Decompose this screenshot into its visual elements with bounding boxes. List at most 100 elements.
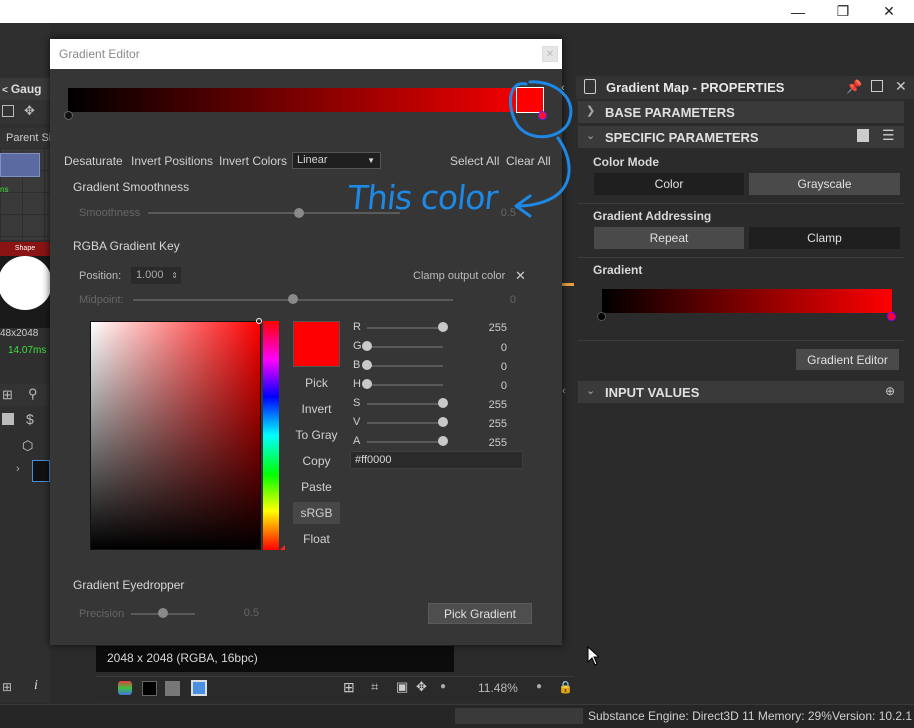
channel-b-track[interactable]: [367, 365, 443, 367]
fit-icon[interactable]: ▣: [396, 679, 408, 695]
invert-button[interactable]: Invert: [293, 398, 340, 420]
spinner-icon[interactable]: ⇕: [171, 267, 178, 284]
lock-icon[interactable]: 🔒: [558, 680, 573, 694]
save-icon[interactable]: [2, 413, 14, 425]
float-button[interactable]: Float: [293, 528, 340, 550]
to-gray-button[interactable]: To Gray: [293, 424, 340, 446]
channel-v-value[interactable]: 255: [477, 418, 507, 430]
chevron-down-icon[interactable]: ⌄: [586, 384, 595, 397]
midpoint-value[interactable]: 0: [486, 294, 516, 306]
paste-button[interactable]: Paste: [293, 476, 340, 498]
layers-icon[interactable]: [118, 681, 132, 695]
pin-icon[interactable]: 📌: [846, 79, 862, 95]
hue-strip[interactable]: [263, 321, 279, 550]
graph-panel-header[interactable]: < Gaug: [0, 78, 50, 100]
hue-marker[interactable]: [280, 545, 285, 550]
frame-icon[interactable]: [2, 105, 14, 117]
desaturate-button[interactable]: Desaturate: [64, 154, 123, 168]
channel-g-handle[interactable]: [362, 341, 372, 351]
channel-h-value[interactable]: 0: [477, 380, 507, 392]
pan-icon[interactable]: ✥: [416, 679, 427, 695]
chevron-right-icon[interactable]: ❯: [586, 104, 595, 117]
channel-g-track[interactable]: [367, 346, 443, 348]
substance-icon[interactable]: $: [26, 411, 34, 427]
srgb-button[interactable]: sRGB: [293, 502, 340, 524]
info-icon[interactable]: i: [34, 678, 38, 694]
midpoint-slider-handle[interactable]: [288, 294, 298, 304]
channel-a-value[interactable]: 255: [477, 437, 507, 449]
gradient-preview[interactable]: [602, 289, 892, 313]
display-icon[interactable]: [191, 680, 207, 696]
gradient-stop-end[interactable]: [887, 312, 896, 321]
invert-colors-button[interactable]: Invert Colors: [219, 154, 287, 168]
move-icon[interactable]: ✥: [24, 103, 35, 119]
pin-icon[interactable]: ⚲: [28, 386, 38, 402]
clamp-toggle-icon[interactable]: ✕: [515, 268, 526, 284]
collapse-icon[interactable]: ‹: [562, 385, 566, 397]
package-icon[interactable]: ⬡: [22, 438, 33, 454]
pick-button[interactable]: Pick: [293, 372, 340, 394]
color-mode-label: Color Mode: [593, 155, 659, 169]
gradient-stop-start[interactable]: [597, 312, 606, 321]
channel-v-handle[interactable]: [438, 417, 448, 427]
channel-b-value[interactable]: 0: [477, 361, 507, 373]
addressing-repeat-button[interactable]: Repeat: [594, 227, 744, 249]
gradient-editor-close-button[interactable]: ✕: [542, 46, 558, 62]
dock-icon[interactable]: [871, 80, 883, 92]
invert-positions-button[interactable]: Invert Positions: [131, 154, 213, 168]
close-panel-icon[interactable]: ✕: [895, 78, 907, 95]
close-window-button[interactable]: ✕: [866, 0, 912, 23]
precision-value[interactable]: 0.5: [229, 607, 259, 619]
specific-parameters-label[interactable]: SPECIFIC PARAMETERS: [605, 130, 759, 145]
channel-r-value[interactable]: 255: [477, 322, 507, 334]
color-mode-grayscale-button[interactable]: Grayscale: [749, 173, 900, 195]
menu-icon[interactable]: ☰: [882, 127, 895, 144]
shape-node[interactable]: Shape: [0, 242, 50, 328]
node-thumbnail[interactable]: [0, 153, 40, 177]
base-parameters-label[interactable]: BASE PARAMETERS: [605, 105, 735, 120]
pick-gradient-button[interactable]: Pick Gradient: [428, 603, 532, 624]
zoom-in-icon[interactable]: ●: [536, 681, 542, 692]
channel-s-track[interactable]: [367, 403, 443, 405]
checker-icon[interactable]: [165, 681, 180, 696]
crop-icon[interactable]: ⌗: [371, 679, 378, 695]
maximize-button[interactable]: ❐: [820, 0, 866, 23]
gradient-key-start[interactable]: [64, 111, 73, 120]
channel-s-handle[interactable]: [438, 398, 448, 408]
copy-button[interactable]: Copy: [293, 450, 340, 472]
zoom-value[interactable]: 11.48%: [478, 681, 518, 695]
gradient-editor-button[interactable]: Gradient Editor: [796, 349, 899, 370]
minimize-button[interactable]: —: [775, 0, 821, 23]
channel-r-track[interactable]: [367, 327, 443, 329]
tree-icon[interactable]: ⊞: [2, 680, 12, 694]
preset-icon[interactable]: [857, 129, 869, 142]
zoom-out-icon[interactable]: ●: [440, 681, 446, 692]
chevron-down-icon[interactable]: ⌄: [586, 129, 595, 142]
grid-icon[interactable]: ⊞: [343, 679, 355, 696]
hierarchy-icon[interactable]: ⊞: [2, 387, 13, 403]
channel-a-track[interactable]: [367, 441, 443, 443]
version-label: Version: 10.2.1: [832, 709, 913, 723]
precision-slider-handle[interactable]: [158, 608, 168, 618]
parent-size-label[interactable]: Parent Si: [0, 128, 50, 148]
addressing-clamp-button[interactable]: Clamp: [749, 227, 900, 249]
annotation-circle: [508, 80, 573, 139]
channel-v-track[interactable]: [367, 422, 443, 424]
chevron-right-icon[interactable]: ›: [16, 463, 20, 475]
channel-b-handle[interactable]: [362, 360, 372, 370]
channel-h-handle[interactable]: [362, 379, 372, 389]
saturation-value-picker[interactable]: [90, 321, 261, 550]
channel-black-icon[interactable]: [142, 681, 157, 696]
color-picker-cursor[interactable]: [256, 318, 262, 324]
input-values-label[interactable]: INPUT VALUES: [605, 385, 699, 400]
graph-item[interactable]: [32, 460, 50, 482]
channel-h-track[interactable]: [367, 384, 443, 386]
color-mode-color-button[interactable]: Color: [594, 173, 744, 195]
channel-g-value[interactable]: 0: [477, 342, 507, 354]
position-spinbox[interactable]: 1.000 ⇕: [131, 267, 181, 284]
channel-s-value[interactable]: 255: [477, 399, 507, 411]
hex-color-input[interactable]: #ff0000: [350, 451, 523, 469]
add-input-icon[interactable]: ⊕: [885, 384, 895, 398]
channel-r-handle[interactable]: [438, 322, 448, 332]
channel-a-handle[interactable]: [438, 436, 448, 446]
